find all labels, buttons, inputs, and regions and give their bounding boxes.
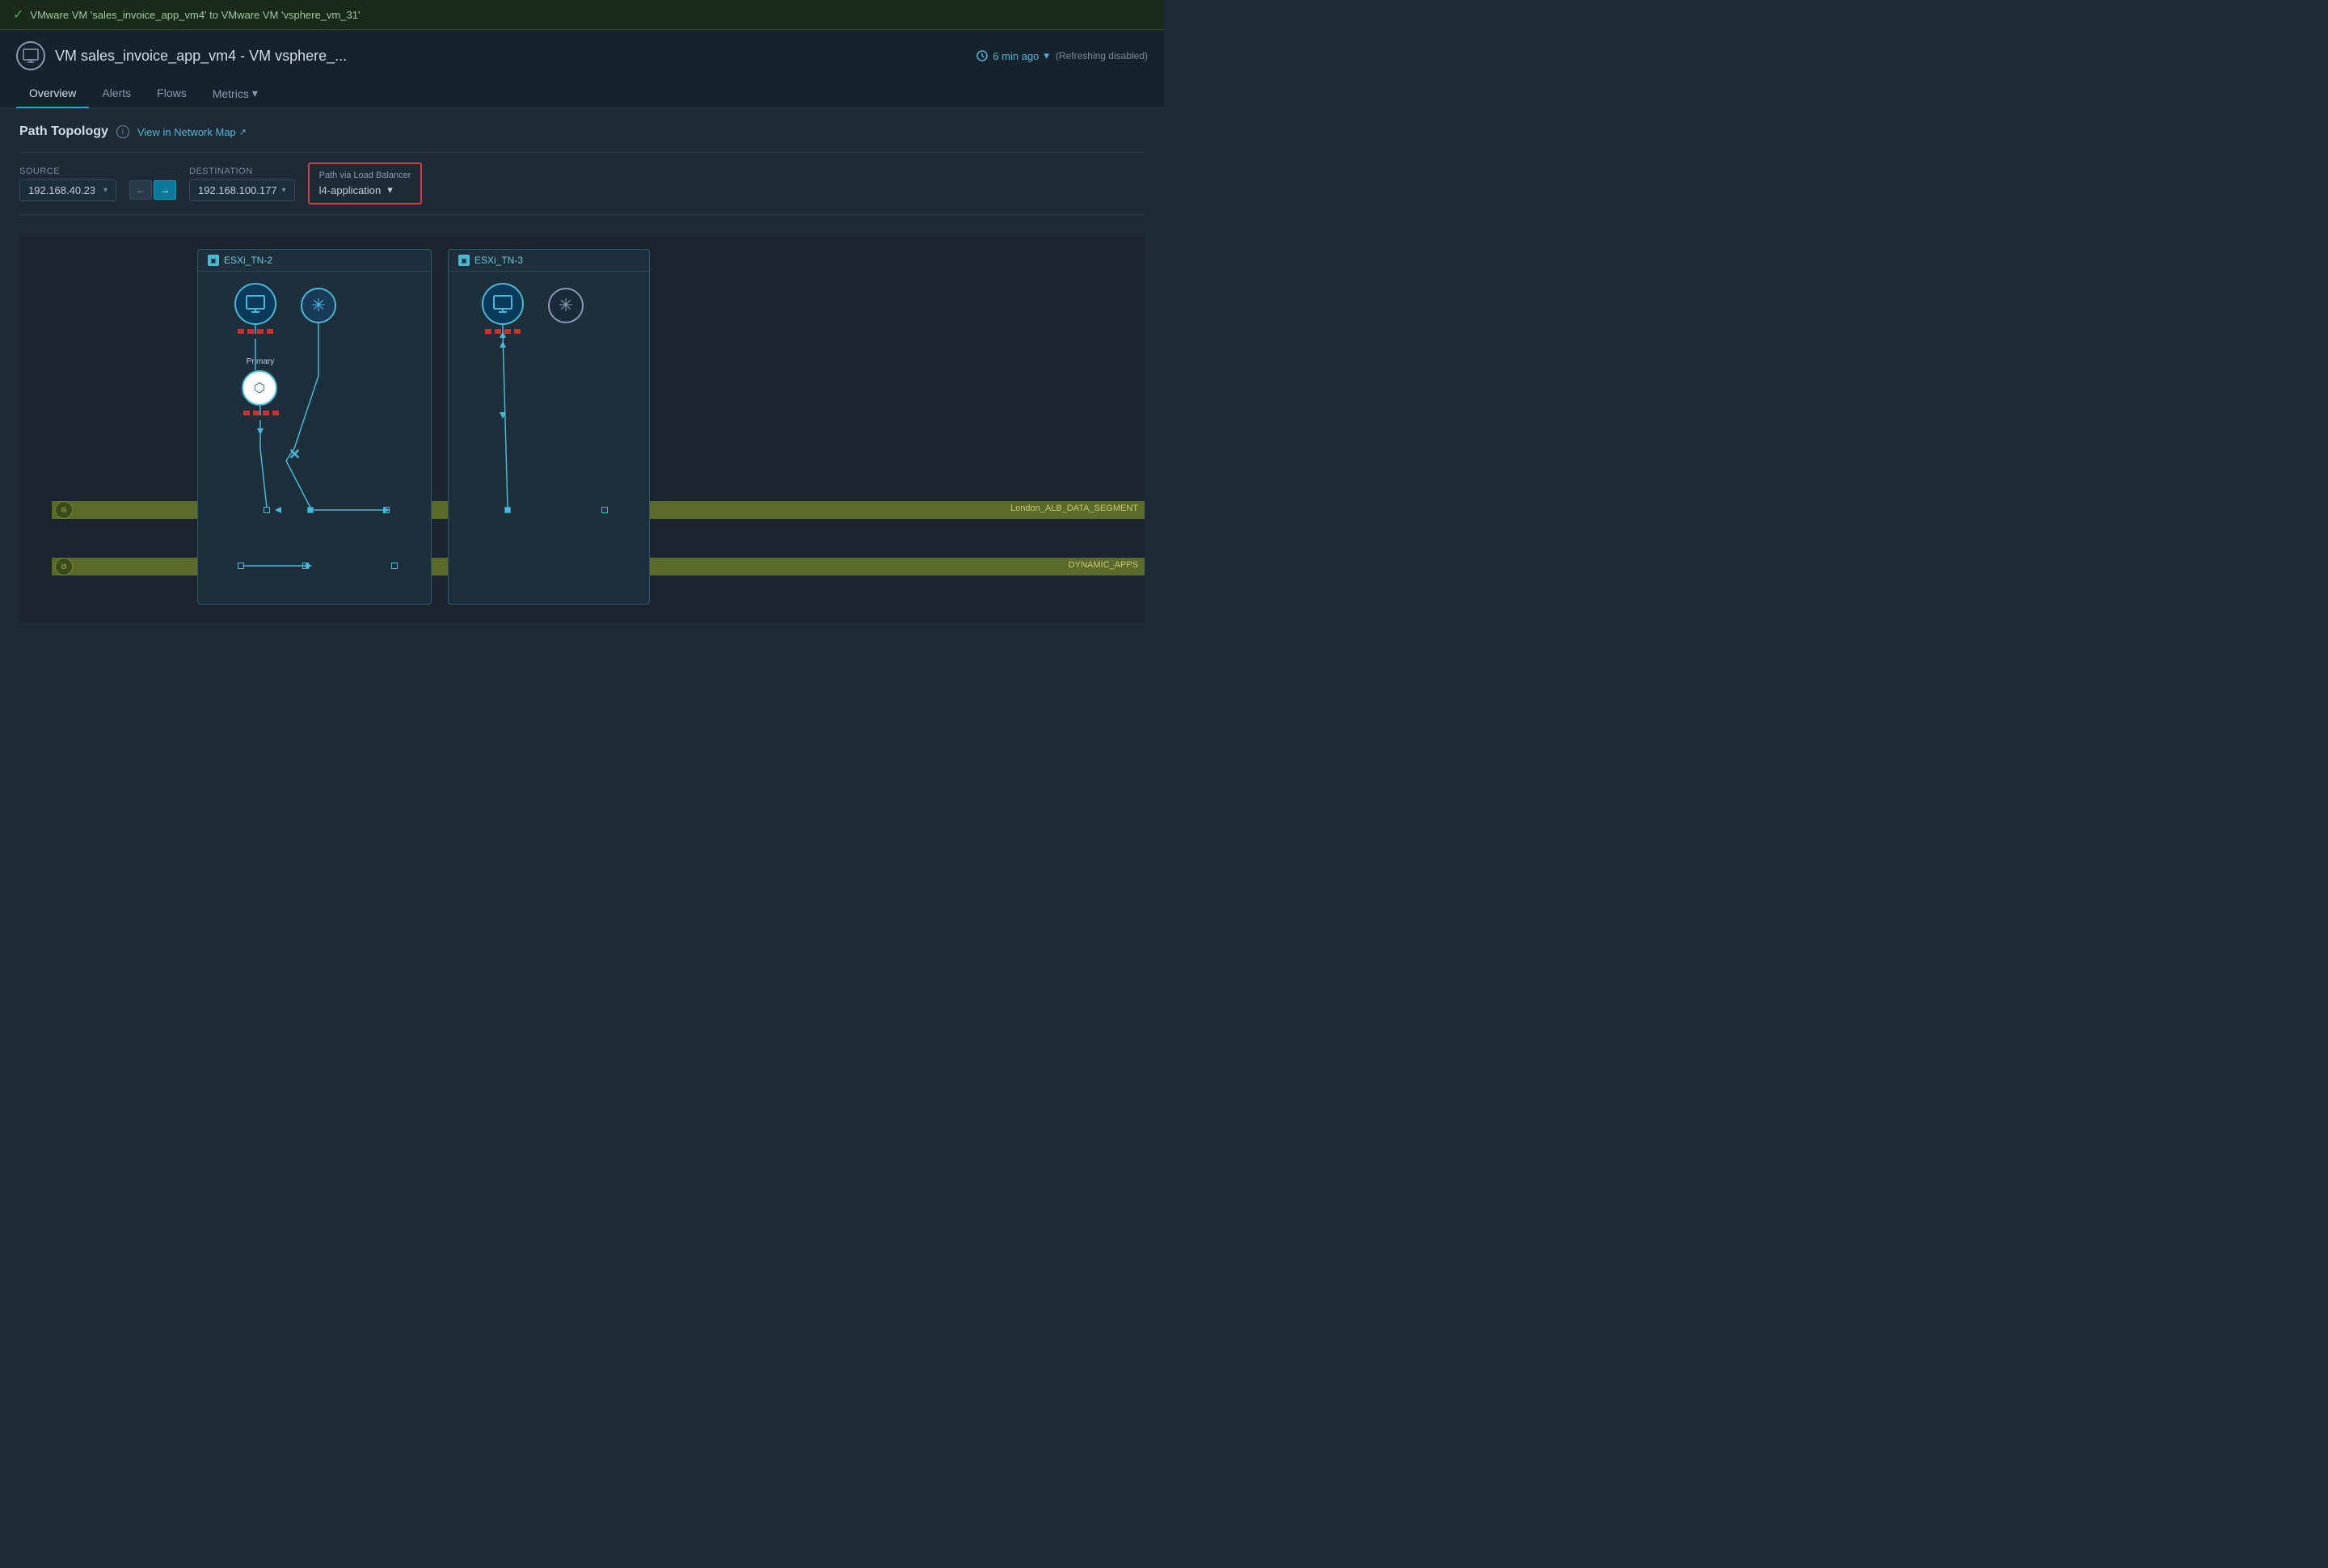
source-label: Source — [19, 166, 116, 176]
direction-right-button[interactable]: → — [154, 180, 176, 200]
direction-toggle: ← → — [129, 180, 176, 200]
destination-label: Destination — [189, 166, 295, 176]
time-chevron-icon: ▾ — [1044, 49, 1049, 62]
network-map-link[interactable]: View in Network Map ↗ — [137, 126, 247, 138]
page-title: VM sales_invoice_app_vm4 - VM vsphere_..… — [55, 48, 347, 65]
sq-dot-dynamic-1 — [238, 563, 244, 569]
path-controls: Source 192.168.40.23 ▾ ← → Destination 1… — [19, 152, 1145, 215]
main-content: Path Topology i View in Network Map ↗ So… — [0, 108, 1164, 639]
destination-value: 192.168.100.177 — [198, 184, 277, 196]
tab-metrics[interactable]: Metrics ▾ — [200, 80, 271, 108]
lb-path-select[interactable]: l4-application ▾ — [319, 183, 411, 196]
source-select[interactable]: 192.168.40.23 ▾ — [19, 179, 116, 201]
router-label-tn2: Primary — [236, 357, 285, 366]
tab-bar: Overview Alerts Flows Metrics ▾ — [16, 80, 1148, 107]
lb-chevron-icon: ▾ — [387, 183, 393, 196]
red-bar-tn3-top — [485, 329, 524, 334]
x-marker-tn2: ✕ — [289, 446, 301, 463]
nsx-node-tn2: ✳ — [301, 288, 336, 323]
esxi-tn2-header: ▣ ESXi_TN-2 — [198, 250, 431, 272]
section-title: Path Topology — [19, 124, 108, 139]
esxi-tn3-header: ▣ ESXi_TN-3 — [449, 250, 649, 272]
lb-path-label: Path via Load Balancer — [319, 171, 411, 180]
source-chevron-icon: ▾ — [103, 186, 108, 195]
sq-dot-london-3 — [383, 507, 390, 513]
refreshing-status: (Refreshing disabled) — [1056, 50, 1148, 61]
header-meta: 6 min ago ▾ (Refreshing disabled) — [976, 49, 1148, 62]
time-badge[interactable]: 6 min ago ▾ — [976, 49, 1049, 62]
metrics-chevron-icon: ▾ — [252, 86, 258, 100]
red-bar-tn2-top — [238, 329, 276, 334]
notification-text: VMware VM 'sales_invoice_app_vm4' to VMw… — [30, 9, 360, 21]
vm-node-tn2 — [234, 283, 276, 325]
tab-alerts[interactable]: Alerts — [89, 80, 144, 108]
destination-select[interactable]: 192.168.100.177 ▾ — [189, 179, 295, 201]
esxi-tn3-label: ESXi_TN-3 — [474, 255, 523, 266]
section-header: Path Topology i View in Network Map ↗ — [19, 124, 1145, 139]
nsx-node-tn3: ✳ — [548, 288, 584, 323]
network-map-label: View in Network Map — [137, 126, 236, 138]
lb-path-group[interactable]: Path via Load Balancer l4-application ▾ — [308, 162, 423, 204]
segment-london-icon: ⊜ — [55, 501, 73, 519]
destination-group: Destination 192.168.100.177 ▾ — [189, 166, 295, 201]
vm-node-tn3 — [482, 283, 524, 325]
sq-dot-london-2 — [307, 507, 314, 513]
source-value: 192.168.40.23 — [28, 184, 95, 196]
vm-icon — [16, 41, 45, 70]
sq-dot-dynamic-3 — [391, 563, 398, 569]
page-header: VM sales_invoice_app_vm4 - VM vsphere_..… — [0, 30, 1164, 108]
check-icon: ✓ — [13, 6, 23, 23]
time-ago-text: 6 min ago — [993, 50, 1039, 62]
sq-dot-london-1 — [264, 507, 270, 513]
esxi-tn2-label: ESXi_TN-2 — [224, 255, 272, 266]
segment-dynamic-label: DYNAMIC_APPS — [1069, 560, 1138, 570]
destination-chevron-icon: ▾ — [282, 186, 286, 195]
sq-dot-dynamic-2 — [302, 563, 309, 569]
info-icon[interactable]: i — [116, 125, 129, 138]
source-group: Source 192.168.40.23 ▾ — [19, 166, 116, 201]
segment-london-label: London_ALB_DATA_SEGMENT — [1010, 504, 1138, 513]
direction-left-button[interactable]: ← — [129, 180, 152, 200]
router-node-tn2: ⬡ — [242, 370, 277, 406]
segment-dynamic-icon: ⊜ — [55, 558, 73, 575]
tab-overview[interactable]: Overview — [16, 80, 89, 108]
sq-dot-london-5 — [601, 507, 608, 513]
notification-bar: ✓ VMware VM 'sales_invoice_app_vm4' to V… — [0, 0, 1164, 30]
tab-flows[interactable]: Flows — [144, 80, 200, 108]
external-link-icon: ↗ — [239, 127, 247, 137]
topology-canvas: ⊜ London_ALB_DATA_SEGMENT ⊜ DYNAMIC_APPS… — [19, 234, 1145, 622]
lb-path-value: l4-application — [319, 184, 382, 196]
esxi-tn3-icon: ▣ — [458, 255, 470, 266]
sq-dot-london-4 — [504, 507, 511, 513]
esxi-tn2-icon: ▣ — [208, 255, 219, 266]
red-bar-tn2-bottom — [243, 411, 279, 415]
